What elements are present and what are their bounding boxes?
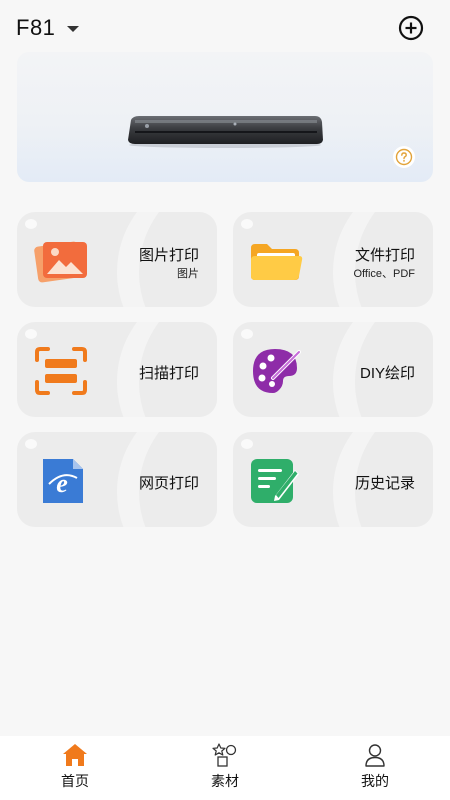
card-subtitle: 图片: [177, 268, 199, 280]
tab-label: 我的: [361, 773, 389, 789]
tab-home[interactable]: 首页: [0, 736, 150, 800]
web-print-card[interactable]: e 网页打印: [17, 432, 217, 527]
history-card[interactable]: 历史记录: [233, 432, 433, 527]
card-title: DIY绘印: [359, 365, 415, 382]
palette-icon: [253, 349, 301, 393]
scan-icon: [35, 347, 87, 395]
add-device-icon[interactable]: [398, 15, 424, 41]
printer-banner[interactable]: [17, 52, 433, 182]
file-print-card[interactable]: 文件打印 Office、PDF: [233, 212, 433, 307]
history-icon: [251, 459, 299, 503]
web-icon: e: [43, 459, 83, 503]
tab-materials[interactable]: 素材: [150, 736, 300, 800]
card-title: 图片打印: [138, 247, 199, 264]
photo-print-card[interactable]: 图片打印 图片: [17, 212, 217, 307]
folder-icon: [251, 244, 303, 280]
diy-print-card[interactable]: DIY绘印: [233, 322, 433, 417]
chevron-down-icon: [67, 26, 80, 32]
tab-label: 素材: [211, 773, 239, 789]
svg-text:e: e: [56, 469, 68, 498]
device-selector[interactable]: F81: [16, 14, 80, 42]
question-icon: [395, 148, 413, 166]
device-name: F81: [16, 15, 56, 40]
tab-label: 首页: [61, 773, 89, 789]
bottom-tab-bar: 首页 素材 我的: [0, 736, 450, 800]
user-icon: [365, 744, 385, 767]
card-subtitle: Office、PDF: [353, 268, 415, 280]
card-title: 历史记录: [354, 475, 415, 492]
scan-print-card[interactable]: 扫描打印: [17, 322, 217, 417]
tab-profile[interactable]: 我的: [300, 736, 450, 800]
photo-icon: [34, 241, 87, 283]
card-title: 文件打印: [354, 247, 415, 264]
card-title: 扫描打印: [138, 365, 199, 382]
card-title: 网页打印: [138, 475, 199, 492]
printer-image: [128, 116, 323, 148]
shapes-icon: [212, 743, 237, 767]
top-bar: F81: [0, 0, 450, 52]
help-button[interactable]: [393, 146, 415, 168]
home-icon: [63, 744, 87, 766]
